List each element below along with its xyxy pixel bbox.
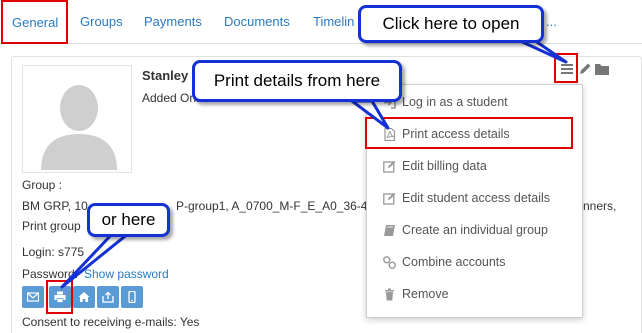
envelope-icon	[27, 292, 39, 302]
group-label: Group :	[22, 178, 63, 192]
tab-groups[interactable]: Groups	[80, 0, 123, 44]
tab-more[interactable]: ...	[546, 0, 557, 44]
menu-item-remove[interactable]: Remove	[367, 280, 582, 308]
menu-item-combine-accounts[interactable]: Combine accounts	[367, 248, 582, 276]
menu-item-create-individual-group[interactable]: Create an individual group	[367, 216, 582, 244]
home-icon	[78, 292, 90, 302]
menu-item-label: Edit student access details	[402, 191, 550, 205]
login-label: Login: s775	[22, 245, 85, 259]
tab-bar: General Groups Payments Documents Timeli…	[0, 0, 642, 44]
print-access-details-highlight	[365, 117, 573, 149]
trash-icon	[385, 288, 394, 301]
consent-text: Consent to receiving e-mails: Yes	[22, 315, 200, 329]
edit-icon	[383, 160, 396, 173]
group-line1-left: BM GRP, 10	[22, 199, 88, 213]
menu-item-label: Log in as a student	[402, 95, 508, 109]
student-name: Stanley	[142, 68, 189, 83]
group-line1-mid: P-group1, A_0700_M-F_E_A0_36-4	[176, 199, 368, 213]
menu-item-edit-billing[interactable]: Edit billing data	[367, 152, 582, 180]
tab-documents[interactable]: Documents	[224, 0, 290, 44]
group-line2: Print group	[22, 219, 81, 233]
tab-payments[interactable]: Payments	[144, 0, 202, 44]
link-icon	[383, 256, 396, 269]
show-password-link[interactable]: Show password	[84, 267, 169, 281]
callout-click-here-to-open: Click here to open	[358, 5, 544, 43]
menu-icon-highlight	[554, 53, 578, 83]
share-icon	[102, 291, 114, 303]
mobile-button[interactable]	[121, 286, 143, 308]
mobile-icon	[128, 291, 136, 303]
menu-item-label: Remove	[402, 287, 449, 301]
share-button[interactable]	[97, 286, 119, 308]
group-line1-right: nners,	[583, 199, 617, 213]
general-tab-highlight	[1, 0, 68, 44]
pencil-icon[interactable]	[578, 62, 592, 76]
edit-icon	[383, 192, 396, 205]
book-icon	[384, 225, 395, 236]
tab-timeline[interactable]: Timelin	[313, 0, 354, 44]
callout-print-details: Print details from here	[192, 60, 402, 102]
avatar	[22, 65, 132, 173]
callout-or-here: or here	[87, 203, 170, 237]
home-button[interactable]	[73, 286, 95, 308]
menu-item-label: Combine accounts	[402, 255, 506, 269]
menu-item-edit-student-access[interactable]: Edit student access details	[367, 184, 582, 212]
folder-icon[interactable]	[594, 62, 610, 76]
menu-item-label: Create an individual group	[402, 223, 548, 237]
password-label: Password:	[22, 267, 79, 281]
menu-item-label: Edit billing data	[402, 159, 487, 173]
user-silhouette-icon	[27, 70, 127, 170]
email-button[interactable]	[22, 286, 44, 308]
print-button-highlight	[46, 280, 73, 314]
